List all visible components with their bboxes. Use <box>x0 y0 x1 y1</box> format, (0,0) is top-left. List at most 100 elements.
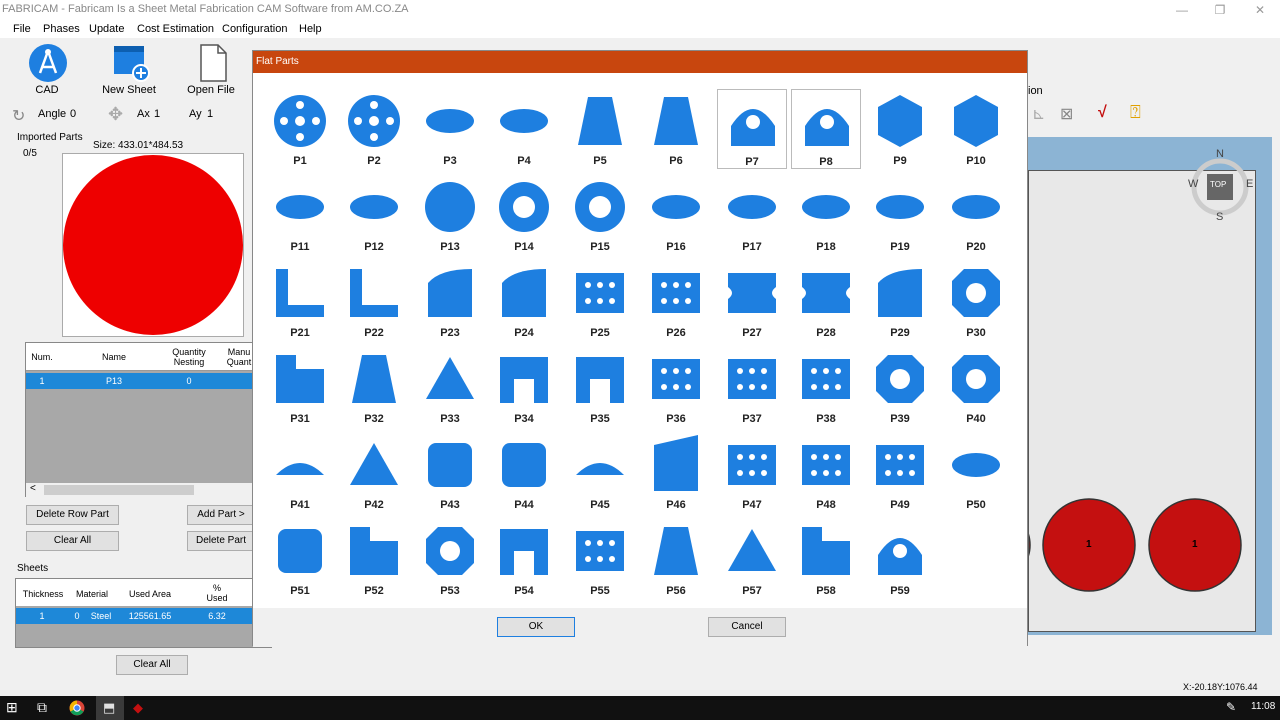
ok-button[interactable]: OK <box>497 617 575 637</box>
delete-part-button[interactable]: Delete Part <box>187 531 255 551</box>
flat-part-p20[interactable]: P20 <box>941 175 1011 255</box>
flat-part-p11[interactable]: P11 <box>265 175 335 255</box>
flat-part-p46[interactable]: P46 <box>641 433 711 513</box>
move-icon[interactable]: ✥ <box>108 104 123 125</box>
vector-icon[interactable]: √ <box>1098 104 1107 122</box>
flat-part-p22[interactable]: P22 <box>339 261 409 341</box>
flat-part-p25[interactable]: P25 <box>565 261 635 341</box>
flat-part-p31[interactable]: P31 <box>265 347 335 427</box>
flat-part-p43[interactable]: P43 <box>415 433 485 513</box>
flat-part-p18[interactable]: P18 <box>791 175 861 255</box>
minimize-icon[interactable]: — <box>1162 0 1202 20</box>
ax-input[interactable]: 1 <box>154 108 160 120</box>
flat-part-p10[interactable]: P10 <box>941 89 1011 169</box>
flat-part-p1[interactable]: P1 <box>265 89 335 169</box>
windows-start-icon[interactable]: ⊞ <box>6 699 18 716</box>
close-icon[interactable]: ✕ <box>1240 0 1280 20</box>
new-sheet-button[interactable]: New Sheet <box>94 38 164 98</box>
delete-row-part-button[interactable]: Delete Row Part <box>26 505 119 525</box>
clear-all-parts-button[interactable]: Clear All <box>26 531 119 551</box>
flat-part-p4[interactable]: P4 <box>489 89 559 169</box>
clear-all-sheets-button[interactable]: Clear All <box>116 655 188 675</box>
cancel-button[interactable]: Cancel <box>708 617 786 637</box>
flat-part-p56[interactable]: P56 <box>641 519 711 599</box>
flat-part-p24[interactable]: P24 <box>489 261 559 341</box>
flat-part-p57[interactable]: P57 <box>717 519 787 599</box>
flat-part-p38[interactable]: P38 <box>791 347 861 427</box>
app-icon[interactable]: ◆ <box>133 700 143 716</box>
add-part-button[interactable]: Add Part > <box>187 505 255 525</box>
scroll-left-icon[interactable]: < <box>30 483 36 494</box>
flat-part-p41[interactable]: P41 <box>265 433 335 513</box>
table-row[interactable]: 1 P13 0 <box>26 373 254 389</box>
menu-cost-estimation[interactable]: Cost Estimation <box>137 23 214 35</box>
flat-part-p8[interactable]: P8 <box>791 89 861 169</box>
flat-part-p21[interactable]: P21 <box>265 261 335 341</box>
flat-part-p26[interactable]: P26 <box>641 261 711 341</box>
horizontal-scrollbar[interactable]: < <box>26 483 254 497</box>
view-cube[interactable]: N S W E TOP <box>1188 148 1253 223</box>
flat-part-p13[interactable]: P13 <box>415 175 485 255</box>
task-view-icon[interactable]: ⧉ <box>37 699 47 716</box>
flat-part-p28[interactable]: P28 <box>791 261 861 341</box>
flat-part-p29[interactable]: P29 <box>865 261 935 341</box>
flat-part-p48[interactable]: P48 <box>791 433 861 513</box>
menu-configuration[interactable]: Configuration <box>222 23 287 35</box>
flat-part-p3[interactable]: P3 <box>415 89 485 169</box>
compass-top[interactable]: TOP <box>1210 180 1226 189</box>
flat-part-p30[interactable]: P30 <box>941 261 1011 341</box>
menu-help[interactable]: Help <box>299 23 322 35</box>
flat-part-p50[interactable]: P50 <box>941 433 1011 513</box>
flat-part-p52[interactable]: P52 <box>339 519 409 599</box>
flat-part-p51[interactable]: P51 <box>265 519 335 599</box>
flat-part-p58[interactable]: P58 <box>791 519 861 599</box>
menu-phases[interactable]: Phases <box>43 23 80 35</box>
nesting-canvas[interactable]: 1 1 N S W E TOP <box>1028 137 1272 635</box>
rotate-icon[interactable]: ↻ <box>12 106 25 126</box>
align-icon[interactable]: ⊾ <box>1032 104 1045 124</box>
flat-part-p37[interactable]: P37 <box>717 347 787 427</box>
flat-part-p32[interactable]: P32 <box>339 347 409 427</box>
flat-part-p36[interactable]: P36 <box>641 347 711 427</box>
flat-part-p55[interactable]: P55 <box>565 519 635 599</box>
table-row[interactable]: 1 0 Steel 125561.65 6.32 <box>16 608 252 624</box>
crop-icon[interactable]: ⊠ <box>1060 104 1073 124</box>
flat-part-p9[interactable]: P9 <box>865 89 935 169</box>
flat-part-p15[interactable]: P15 <box>565 175 635 255</box>
flat-part-p23[interactable]: P23 <box>415 261 485 341</box>
maximize-icon[interactable]: ❐ <box>1200 0 1240 20</box>
sheet-area[interactable]: 1 1 <box>1028 170 1256 632</box>
flat-part-p47[interactable]: P47 <box>717 433 787 513</box>
ay-input[interactable]: 1 <box>207 108 213 120</box>
angle-input[interactable]: 0 <box>70 108 76 120</box>
flat-part-p14[interactable]: P14 <box>489 175 559 255</box>
flat-part-p5[interactable]: P5 <box>565 89 635 169</box>
flat-part-p12[interactable]: P12 <box>339 175 409 255</box>
pen-icon[interactable]: ✎ <box>1226 700 1236 714</box>
flat-part-p40[interactable]: P40 <box>941 347 1011 427</box>
scroll-thumb[interactable] <box>44 485 194 495</box>
flat-part-p54[interactable]: P54 <box>489 519 559 599</box>
menu-file[interactable]: File <box>13 23 31 35</box>
flat-part-p33[interactable]: P33 <box>415 347 485 427</box>
menu-update[interactable]: Update <box>89 23 124 35</box>
flat-part-p6[interactable]: P6 <box>641 89 711 169</box>
flat-part-p59[interactable]: P59 <box>865 519 935 599</box>
flat-part-p34[interactable]: P34 <box>489 347 559 427</box>
flat-part-p35[interactable]: P35 <box>565 347 635 427</box>
flat-part-p53[interactable]: P53 <box>415 519 485 599</box>
open-file-button[interactable]: Open File <box>176 38 246 98</box>
chrome-icon[interactable] <box>69 700 85 716</box>
help-doc-icon[interactable]: ⍰ <box>1130 102 1141 123</box>
flat-part-p44[interactable]: P44 <box>489 433 559 513</box>
flat-part-p49[interactable]: P49 <box>865 433 935 513</box>
flat-part-p2[interactable]: P2 <box>339 89 409 169</box>
flat-part-p19[interactable]: P19 <box>865 175 935 255</box>
flat-part-p17[interactable]: P17 <box>717 175 787 255</box>
flat-part-p16[interactable]: P16 <box>641 175 711 255</box>
flat-part-p39[interactable]: P39 <box>865 347 935 427</box>
flat-part-p7[interactable]: P7 <box>717 89 787 169</box>
flat-part-p45[interactable]: P45 <box>565 433 635 513</box>
flat-part-p42[interactable]: P42 <box>339 433 409 513</box>
flat-part-p27[interactable]: P27 <box>717 261 787 341</box>
